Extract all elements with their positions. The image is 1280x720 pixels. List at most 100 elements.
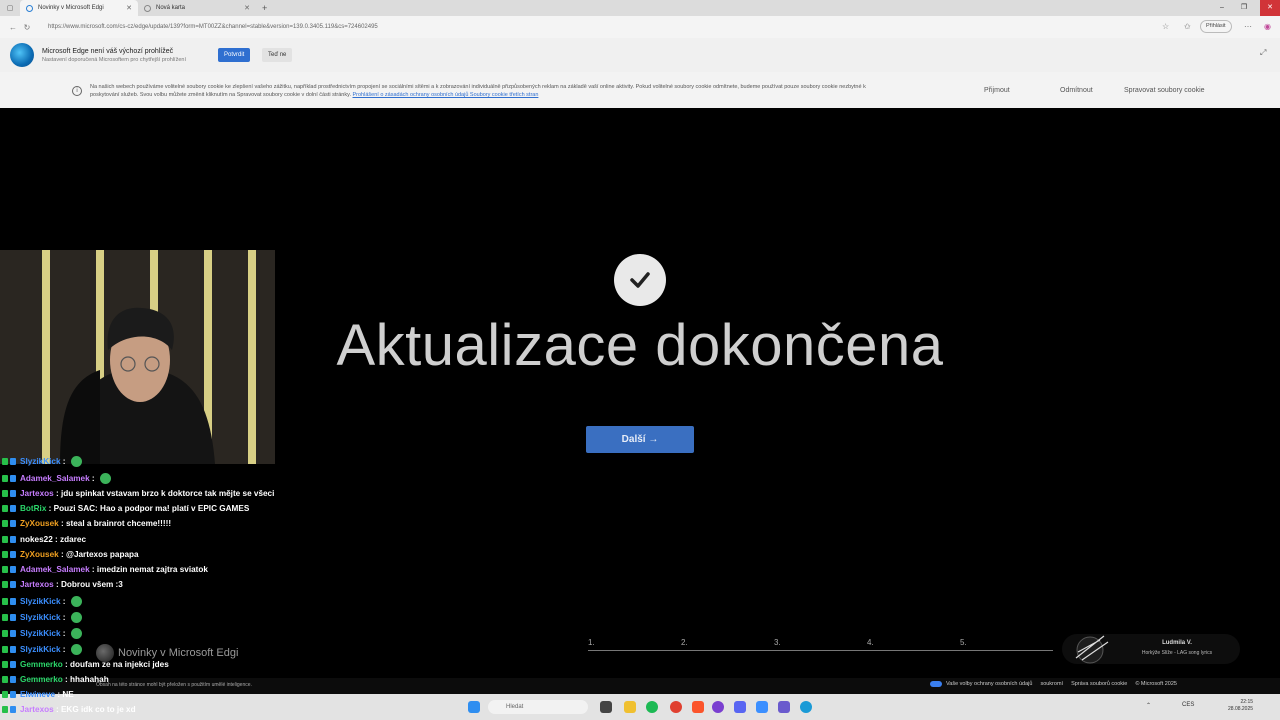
chrome-icon[interactable] [670,701,682,713]
chat-badge-icon [10,581,16,588]
chat-username[interactable]: SlyzikKick [20,613,61,622]
chat-badge-icon [2,458,8,465]
chat-badge-icon [2,581,8,588]
new-tab-plus-icon[interactable]: + [262,3,267,13]
favorites-icon[interactable]: ✩ [1184,22,1191,31]
app-icon[interactable] [778,701,790,713]
tab-actions-icon[interactable]: ▢ [0,4,20,12]
brave-icon[interactable] [692,701,704,713]
edge-taskbar-icon[interactable] [800,701,812,713]
step-2[interactable]: 2. [681,638,774,651]
url-field[interactable]: https://www.microsoft.com/cs-cz/edge/upd… [42,20,1122,34]
task-view-icon[interactable] [600,701,612,713]
minimize-icon[interactable]: – [1214,0,1230,16]
chat-text: : [60,629,68,638]
chat-message: ZyXousek : @Jartexos papapa [2,550,139,559]
chat-username[interactable]: Gemmerko [20,675,63,684]
privacy-choices-link[interactable]: Vaše volby ochrany osobních údajů [946,681,1032,687]
privacy-link[interactable]: Prohlášení o zásadách ochrany osobních ú… [353,92,539,98]
collapse-icon[interactable]: ⤢ [1260,48,1266,58]
chat-text: : [60,645,68,654]
chat-text: : NE [55,690,74,699]
default-browser-infobar: Microsoft Edge není váš výchozí prohlíže… [0,38,1280,72]
chat-badge-icon [2,598,8,605]
chat-badge-icon [10,505,16,512]
screen: ▢ Novinky v Microsoft Edgi ✕ Nová karta … [0,0,1280,720]
chat-username[interactable]: SlyzikKick [20,629,61,638]
chat-message: Jartexos : jdu spinkat vstavam brzo k do… [2,489,274,498]
webcam-overlay [0,250,275,464]
chat-badge-icon [10,706,16,713]
tray-chevron-icon[interactable]: ⌃ [1146,702,1151,709]
chat-username[interactable]: Elwineve [20,690,55,699]
time: 22:15 [1240,699,1254,705]
taskbar-search[interactable]: Hledat [488,700,588,714]
step-indicator: 1. 2. 3. 4. 5. [588,638,1053,651]
signin-button[interactable]: Přihlásit [1200,20,1232,33]
chat-username[interactable]: SlyzikKick [20,645,61,654]
chat-badge-icon [10,676,16,683]
tab-new[interactable]: Nová karta ✕ [138,0,256,16]
tab-label: Nová karta [156,5,186,11]
close-tab-icon[interactable]: ✕ [244,4,250,12]
more-icon[interactable]: ⋯ [1244,22,1252,31]
step-3[interactable]: 3. [774,638,867,651]
chat-message: SlyzikKick : [2,644,82,655]
next-button[interactable]: Další → [586,426,694,453]
now-playing-widget: Ludmila V. Horkýže Slíže - LAG song lyri… [1062,634,1240,664]
step-5[interactable]: 5. [960,638,1053,651]
tab-novinky[interactable]: Novinky v Microsoft Edgi ✕ [20,0,138,16]
checkmark-icon [614,254,666,306]
back-icon[interactable]: ← [6,23,20,32]
chat-badge-icon [10,598,16,605]
edge-logo-icon [10,43,34,67]
chat-username[interactable]: SlyzikKick [20,597,61,606]
refresh-icon[interactable]: ↻ [20,23,34,32]
step-4[interactable]: 4. [867,638,960,651]
copilot-icon[interactable]: ◉ [1264,22,1271,31]
reject-cookies-button[interactable]: Odmítnout [1060,87,1093,94]
cookie-management-link[interactable]: Správa souborů cookie [1071,681,1127,687]
chat-username[interactable]: SlyzikKick [20,457,61,466]
chat-username[interactable]: Adamek_Salamek [20,474,90,483]
chat-username[interactable]: Jartexos [20,705,54,714]
accept-cookies-button[interactable]: Přijmout [984,87,1010,94]
chat-username[interactable]: Jartexos [20,489,54,498]
file-explorer-icon[interactable] [624,701,636,713]
chat-message: nokes22 : zdarec [2,535,86,544]
info-icon: i [72,86,82,96]
privacy-toggle-icon[interactable] [930,681,942,687]
chat-username[interactable]: Jartexos [20,580,54,589]
chat-text: : [89,474,97,483]
edge-watermark-icon [96,644,114,662]
windows-start-icon[interactable] [468,701,480,713]
chat-username[interactable]: BotRix [20,504,46,513]
spotify-icon[interactable] [646,701,658,713]
close-window-icon[interactable]: ✕ [1260,0,1280,16]
favorite-star-icon[interactable]: ☆ [1162,22,1169,31]
chat-badge-icon [10,536,16,543]
privacy-link[interactable]: soukromí [1040,681,1063,687]
confirm-button[interactable]: Potvrdit [218,48,251,62]
chat-username[interactable]: Gemmerko [20,660,63,669]
chat-text: : steal a brainrot chceme!!!!! [58,519,172,528]
obs-icon[interactable] [712,701,724,713]
chat-username[interactable]: ZyXousek [20,519,59,528]
chat-username[interactable]: Adamek_Salamek [20,565,90,574]
music-artwork-icon [1075,635,1109,664]
not-now-button[interactable]: Teď ne [262,48,293,62]
manage-cookies-button[interactable]: Spravovat soubory cookie [1124,87,1205,94]
maximize-icon[interactable]: ❐ [1236,0,1252,16]
chat-message: BotRix : Pouzi SAC: Hao a podpor ma! pla… [2,504,249,513]
chat-badge-icon [10,630,16,637]
chat-username[interactable]: ZyXousek [20,550,59,559]
app-icon[interactable] [756,701,768,713]
chat-emote-icon [70,628,82,639]
clock[interactable]: 22:15 28.08.2025 [1228,699,1253,713]
chat-message: Jartexos : Dobrou všem :3 [2,580,123,589]
chat-username[interactable]: nokes22 [20,535,53,544]
discord-icon[interactable] [734,701,746,713]
language-indicator[interactable]: CES [1182,702,1194,708]
step-1[interactable]: 1. [588,638,681,651]
close-tab-icon[interactable]: ✕ [126,4,132,12]
